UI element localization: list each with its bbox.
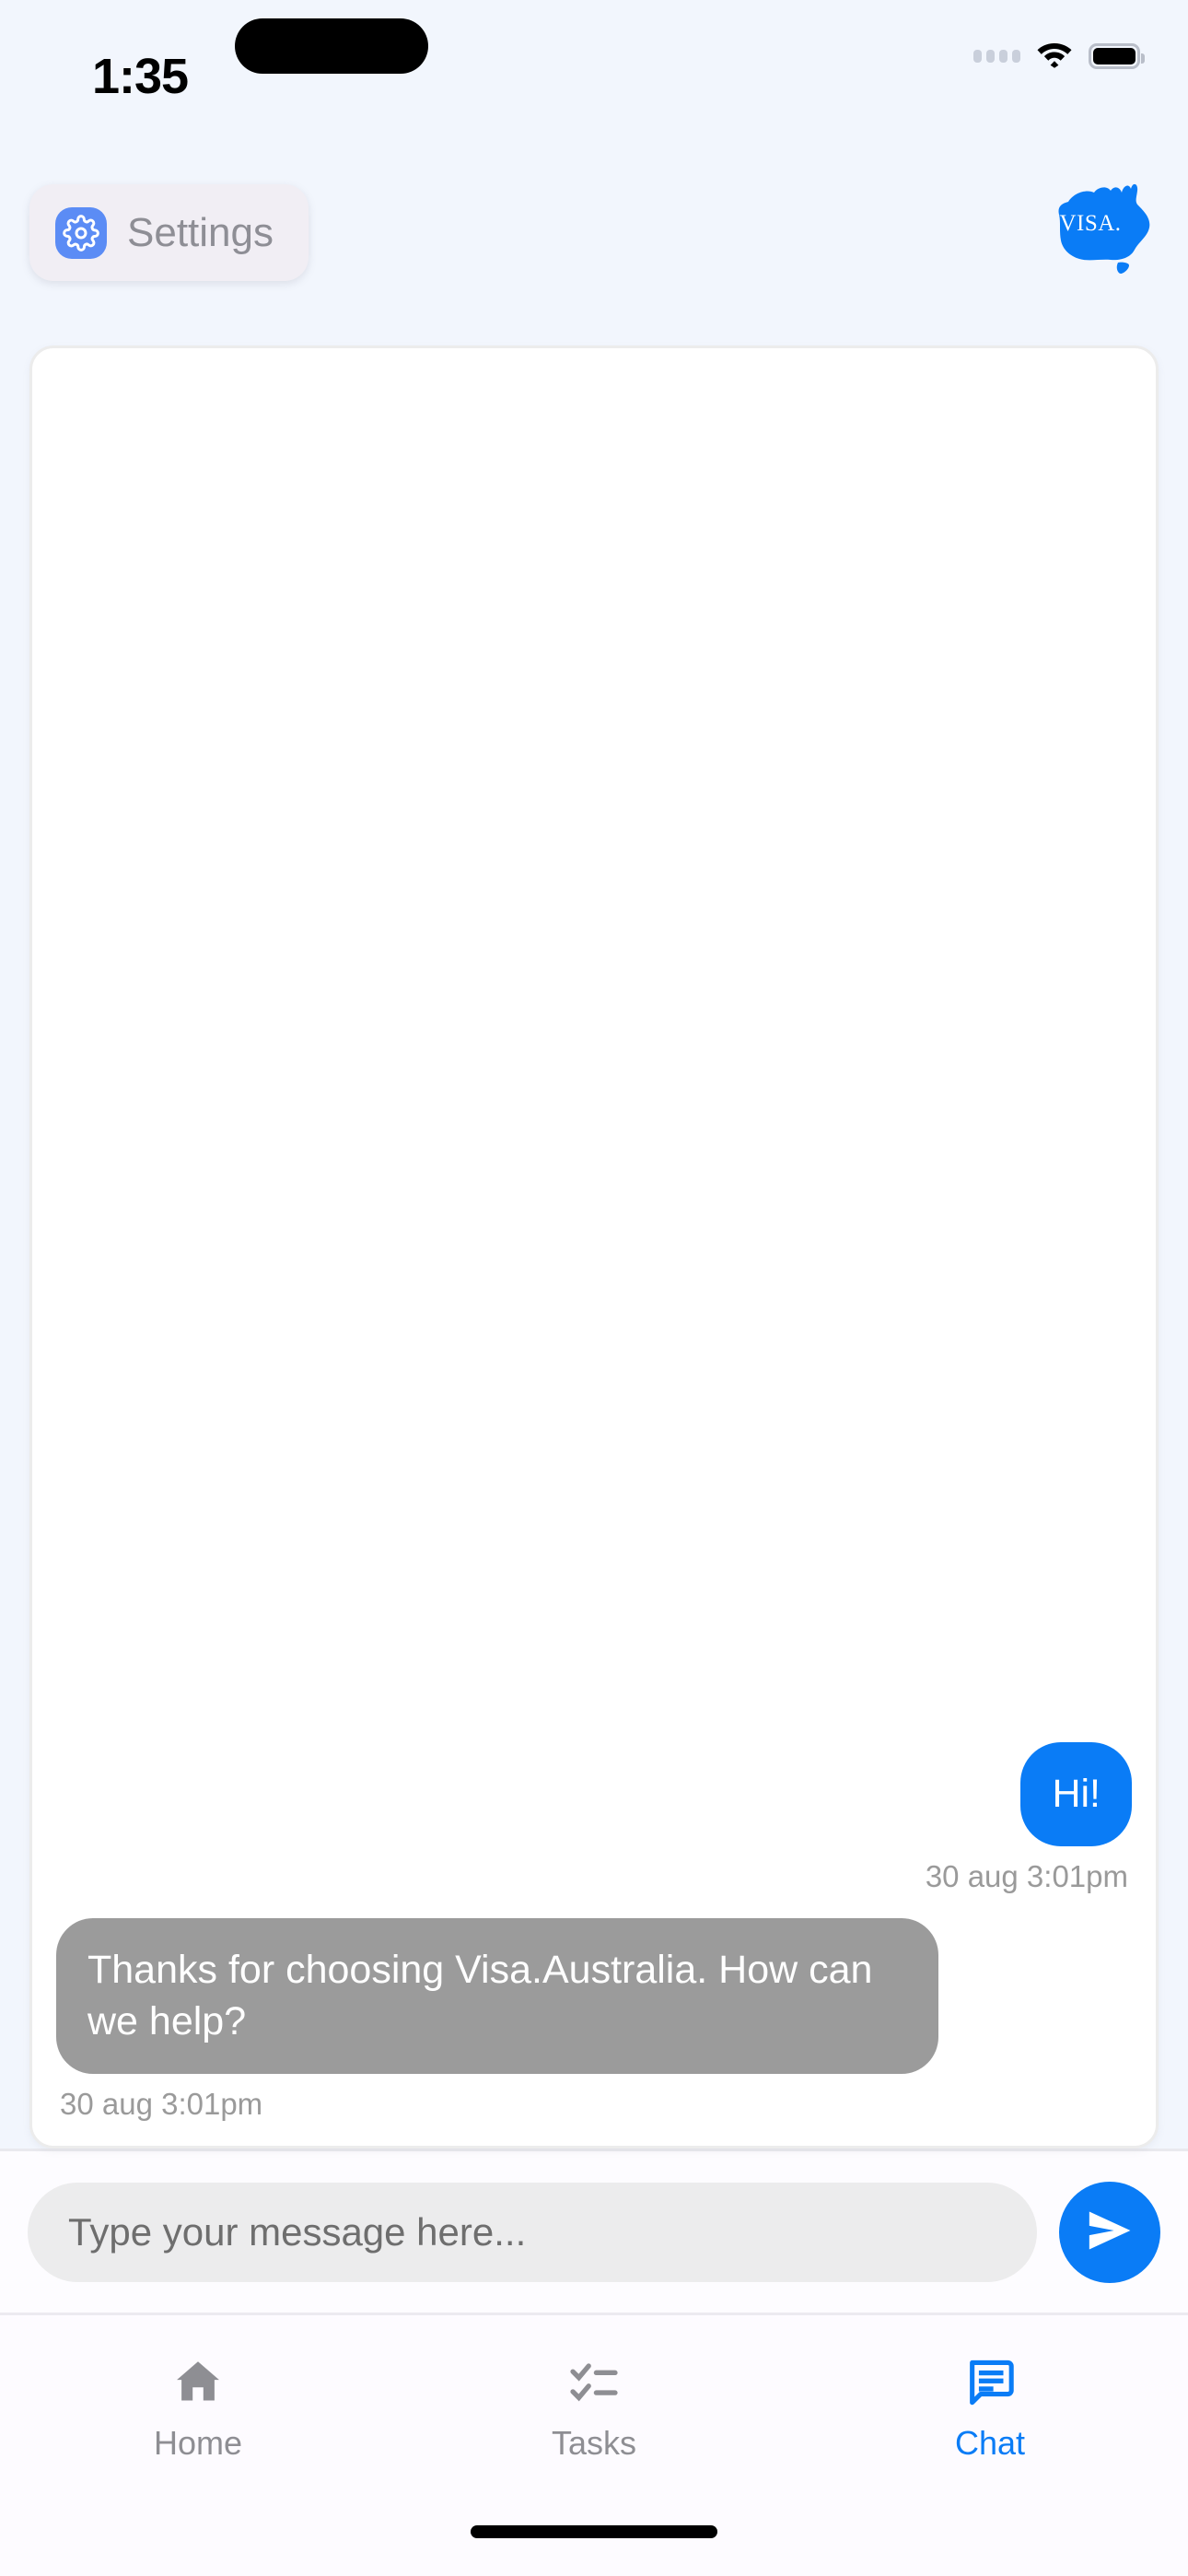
nav-item-home[interactable]: Home bbox=[0, 2315, 396, 2488]
app-top-bar: Settings VISA. bbox=[0, 161, 1188, 345]
chat-message-list[interactable]: Hi! 30 aug 3:01pm Thanks for choosing Vi… bbox=[29, 345, 1159, 2149]
message-bubble: Hi! bbox=[1020, 1741, 1132, 1846]
home-icon bbox=[171, 2354, 225, 2409]
message-bubble: Thanks for choosing Visa.Australia. How … bbox=[56, 1917, 938, 2074]
phone-screen: 1:35 Settings VISA. Hi! 30 aug 3:01pm Th… bbox=[0, 0, 1188, 2576]
nav-item-label: Tasks bbox=[551, 2423, 637, 2462]
message-input[interactable] bbox=[28, 2182, 1037, 2282]
cellular-dots-icon bbox=[973, 49, 1020, 63]
nav-item-tasks[interactable]: Tasks bbox=[396, 2315, 792, 2488]
status-bar: 1:35 bbox=[0, 0, 1188, 161]
battery-full-icon bbox=[1089, 42, 1145, 69]
nav-item-label: Home bbox=[153, 2423, 243, 2462]
nav-item-label: Chat bbox=[954, 2423, 1026, 2462]
settings-button[interactable]: Settings bbox=[29, 184, 309, 281]
message-timestamp: 30 aug 3:01pm bbox=[60, 2087, 263, 2121]
brand-logo-text: VISA. bbox=[1059, 211, 1121, 236]
bottom-navigation: Home Tasks Chat bbox=[0, 2313, 1188, 2488]
dynamic-island bbox=[235, 18, 428, 74]
message-composer bbox=[0, 2149, 1188, 2313]
send-paper-plane-icon bbox=[1084, 2205, 1136, 2259]
gear-icon bbox=[55, 206, 107, 259]
home-indicator[interactable] bbox=[471, 2525, 717, 2538]
status-bar-indicators bbox=[973, 39, 1145, 73]
chat-message-outgoing: Hi! 30 aug 3:01pm bbox=[56, 1741, 1132, 1894]
chat-bubble-icon bbox=[963, 2354, 1017, 2409]
wifi-icon bbox=[1035, 39, 1074, 73]
home-indicator-area bbox=[0, 2488, 1188, 2576]
chat-message-incoming: Thanks for choosing Visa.Australia. How … bbox=[56, 1917, 1132, 2123]
status-bar-clock: 1:35 bbox=[92, 49, 189, 104]
australia-map-logo: VISA. bbox=[1042, 172, 1162, 274]
checklist-icon bbox=[567, 2354, 621, 2409]
nav-item-chat[interactable]: Chat bbox=[792, 2315, 1188, 2488]
settings-button-label: Settings bbox=[127, 209, 274, 255]
message-timestamp: 30 aug 3:01pm bbox=[925, 1858, 1128, 1893]
send-button[interactable] bbox=[1059, 2181, 1160, 2283]
